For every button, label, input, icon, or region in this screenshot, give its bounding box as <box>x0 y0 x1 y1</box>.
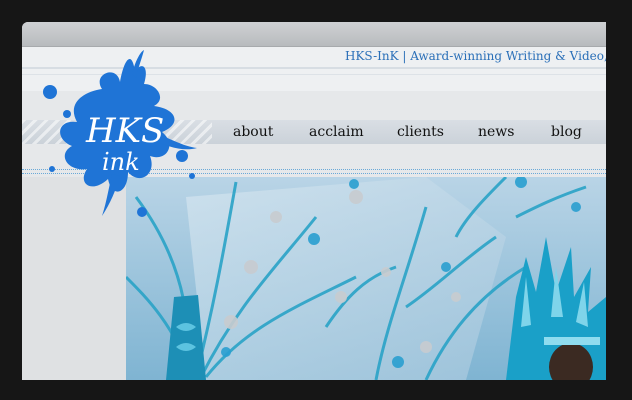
logo-text-hks: HKS <box>85 111 164 151</box>
nav-about-link[interactable]: about <box>233 124 273 140</box>
nav-acclaim-link[interactable]: acclaim <box>309 124 364 140</box>
browser-viewport: HKS-InK | Award-winning Writing & Video,… <box>22 22 606 380</box>
hks-ink-logo[interactable]: HKS ink <box>32 44 202 224</box>
logo-text-ink: ink <box>102 148 140 176</box>
site-tagline: HKS-InK | Award-winning Writing & Video,… <box>345 49 606 63</box>
nav-blog-link[interactable]: blog <box>551 124 582 140</box>
nav-clients-link[interactable]: clients <box>397 124 444 140</box>
nav-news-link[interactable]: news <box>478 124 514 140</box>
